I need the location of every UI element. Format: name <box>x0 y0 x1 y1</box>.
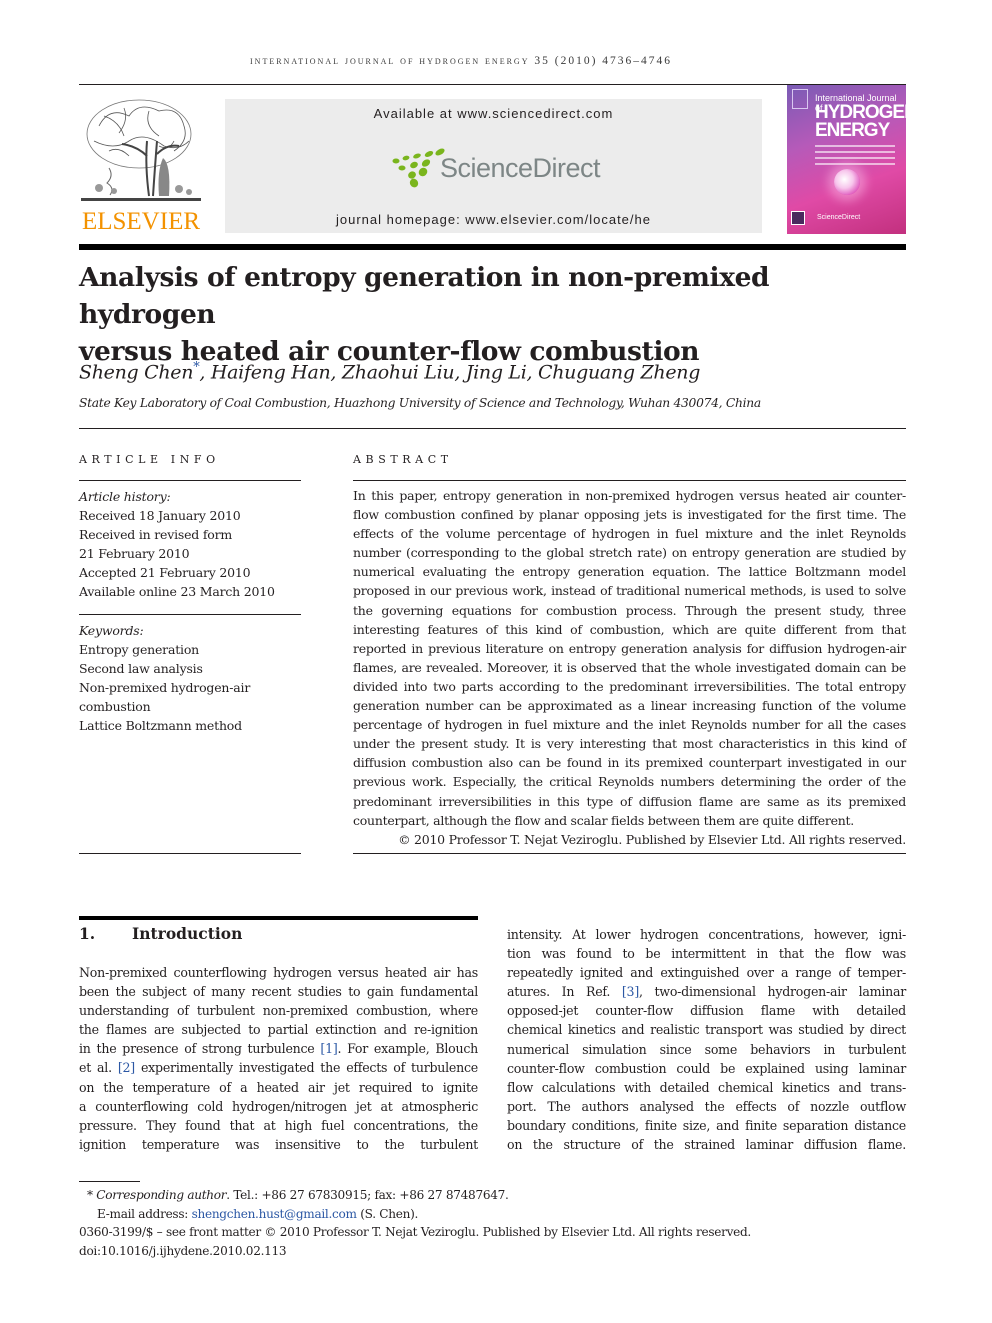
citation-link[interactable]: [3] <box>622 984 639 999</box>
author-rest: , Haifeng Han, Zhaohui Liu, Jing Li, Chu… <box>199 361 701 384</box>
cover-orb-icon <box>834 169 860 195</box>
keyword-item: Non-premixed hydrogen-air <box>79 680 251 695</box>
journal-homepage-link[interactable]: journal homepage: www.elsevier.com/locat… <box>225 212 762 227</box>
journal-cover-image: International Journal of HYDROGEN ENERGY… <box>787 85 906 234</box>
text-segment: et al. <box>79 1060 118 1076</box>
elsevier-tree-icon <box>81 99 201 201</box>
text-line: intensity. At lower hydrogen concentrati… <box>507 927 906 942</box>
text-line: understanding of turbulent non-premixed … <box>79 1003 478 1019</box>
text-line: numerical simulation since some behavior… <box>507 1041 906 1057</box>
email-footnote: E-mail address: shengchen.hust@gmail.com… <box>79 1205 906 1224</box>
corresponding-footnote: * Corresponding author. Tel.: +86 27 678… <box>79 1186 906 1205</box>
section-title: Introduction <box>132 924 243 943</box>
email-suffix: (S. Chen). <box>356 1206 419 1221</box>
keyword-item: Entropy generation <box>79 642 200 657</box>
section-rule <box>79 916 478 920</box>
header-divider <box>79 244 906 250</box>
text-segment: . For example, Blouch <box>337 1041 479 1057</box>
text-line: ignition temperature was insensitive to … <box>79 1136 478 1152</box>
front-matter: 0360-3199/$ – see front matter © 2010 Pr… <box>79 1225 751 1239</box>
keyword-item: Second law analysis <box>79 661 203 676</box>
text-line: been the subject of many recent studies … <box>79 984 478 1000</box>
intro-column-right: intensity. At lower hydrogen concentrati… <box>507 925 906 1154</box>
top-rule <box>79 84 906 85</box>
keywords-label: Keywords: <box>79 623 144 638</box>
citation-link[interactable]: [1] <box>320 1041 337 1056</box>
cover-footer: ScienceDirect <box>817 214 861 221</box>
text-line: Non-premixed counterflowing hydrogen ver… <box>79 965 478 980</box>
email-label: E-mail address: <box>97 1206 192 1221</box>
author-first: Sheng Chen <box>79 361 194 384</box>
section-number: 1. <box>79 924 96 943</box>
he-badge-icon <box>791 211 805 225</box>
text-segment: , two-dimensional hydrogen-air laminar <box>638 984 906 1000</box>
keywords: Keywords: Entropy generation Second law … <box>79 621 309 735</box>
citation-link[interactable]: [2] <box>118 1060 135 1075</box>
text-line: boundary conditions, finite size, and fi… <box>507 1117 906 1133</box>
article-info-divider <box>79 480 301 481</box>
article-info-heading: ARTICLE INFO <box>79 453 220 466</box>
cover-line3: ENERGY <box>815 120 890 141</box>
abstract-text: In this paper, entropy generation in non… <box>353 488 906 828</box>
text-line: a counterflowing cold hydrogen/nitrogen … <box>79 1098 478 1114</box>
email-link[interactable]: shengchen.hust@gmail.com <box>192 1207 357 1221</box>
text-line: counter-flow combustion could be explain… <box>507 1060 906 1076</box>
section-heading-introduction: 1. Introduction <box>79 924 242 943</box>
available-at-link[interactable]: Available at www.sciencedirect.com <box>225 106 762 121</box>
doi: doi:10.1016/j.ijhydene.2010.02.113 <box>79 1243 287 1258</box>
text-line: on the temperature of a heated air jet r… <box>79 1079 478 1095</box>
keyword-item: Lattice Boltzmann method <box>79 718 242 733</box>
keyword-item: combustion <box>79 699 151 714</box>
text-line: repeatedly ignited and extinguished over… <box>507 965 906 981</box>
text-line: et al. [2] experimentally investigated t… <box>79 1058 478 1077</box>
article-title: Analysis of entropy generation in non-pr… <box>79 259 906 370</box>
text-line: in the presence of strong turbulence [1]… <box>79 1039 478 1058</box>
running-head: international journal of hydrogen energy… <box>250 55 750 67</box>
author-list: Sheng Chen*, Haifeng Han, Zhaohui Liu, J… <box>79 360 906 383</box>
abstract-divider <box>353 480 906 481</box>
text-line: chemical kinetics and realistic transpor… <box>507 1022 906 1038</box>
history-item: 21 February 2010 <box>79 546 190 561</box>
cover-editor-lines <box>815 145 895 169</box>
footnotes: * Corresponding author. Tel.: +86 27 678… <box>79 1186 906 1260</box>
abstract-heading: ABSTRACT <box>353 453 453 466</box>
text-line: tion was found to be intermittent in tha… <box>507 946 906 962</box>
history-item: Received 18 January 2010 <box>79 508 241 523</box>
abstract-body: In this paper, entropy generation in non… <box>353 486 906 849</box>
text-line: atures. In Ref. [3], two-dimensional hyd… <box>507 982 906 1001</box>
text-line: port. The authors analysed the effects o… <box>507 1098 906 1114</box>
text-line: opposed-jet counter-flow diffusion flame… <box>507 1003 906 1019</box>
history-item: Received in revised form <box>79 527 233 542</box>
abstract-bottom-rule <box>353 853 906 854</box>
corresponding-label: Corresponding author <box>96 1188 227 1202</box>
contact-info: . Tel.: +86 27 67830915; fax: +86 27 874… <box>226 1188 509 1202</box>
intro-column-left: Non-premixed counterflowing hydrogen ver… <box>79 963 478 1154</box>
abstract-copyright: © 2010 Professor T. Nejat Veziroglu. Pub… <box>398 831 906 847</box>
history-label: Article history: <box>79 489 171 504</box>
text-line: on the structure of the strained laminar… <box>507 1137 906 1153</box>
text-segment: in the presence of strong turbulence <box>79 1041 321 1057</box>
article-history: Article history: Received 18 January 201… <box>79 487 309 601</box>
sciencedirect-logo-text: ScienceDirect <box>440 153 601 183</box>
footnote-marker: * <box>87 1188 93 1202</box>
article-info-bottom-rule <box>79 853 301 854</box>
history-item: Available online 23 March 2010 <box>79 584 275 599</box>
elsevier-logo-text: ELSEVIER <box>81 208 201 235</box>
journal-citation: international journal of hydrogen energy… <box>250 55 673 67</box>
title-line1: Analysis of entropy generation in non-pr… <box>79 262 770 330</box>
text-line: pressure. They found that at high fuel c… <box>79 1117 478 1133</box>
affiliation: State Key Laboratory of Coal Combustion,… <box>79 396 761 410</box>
footnote-rule <box>79 1181 140 1182</box>
history-item: Accepted 21 February 2010 <box>79 565 251 580</box>
text-segment: atures. In Ref. <box>507 984 622 1000</box>
keywords-divider <box>79 614 301 615</box>
text-line: flow calculations with detailed chemical… <box>507 1079 906 1095</box>
affiliation-divider <box>79 428 906 429</box>
elsevier-mini-logo-icon <box>792 89 808 109</box>
text-segment: experimentally investigated the effects … <box>134 1060 479 1076</box>
text-line: the flames are subjected to partial exti… <box>79 1022 478 1038</box>
